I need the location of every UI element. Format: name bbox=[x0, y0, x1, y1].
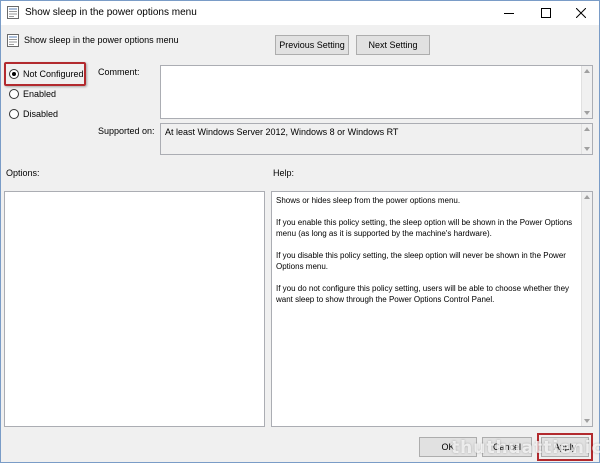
help-paragraph: If you enable this policy setting, the s… bbox=[276, 218, 573, 238]
radio-label: Not Configured bbox=[23, 69, 84, 79]
help-scrollbar[interactable] bbox=[581, 192, 592, 426]
comment-label: Comment: bbox=[98, 67, 140, 77]
next-setting-button[interactable]: Next Setting bbox=[356, 35, 430, 55]
previous-setting-button[interactable]: Previous Setting bbox=[275, 35, 349, 55]
policy-setting-window: Show sleep in the power options menu Sho… bbox=[0, 0, 600, 463]
minimize-button[interactable] bbox=[491, 1, 527, 25]
close-icon bbox=[576, 8, 586, 18]
help-label: Help: bbox=[273, 168, 295, 178]
maximize-button[interactable] bbox=[528, 1, 564, 25]
radio-label: Enabled bbox=[23, 89, 57, 99]
radio-enabled[interactable]: Enabled bbox=[9, 87, 56, 101]
help-panel: Shows or hides sleep from the power opti… bbox=[271, 191, 593, 427]
radio-disabled[interactable]: Disabled bbox=[9, 107, 58, 121]
scroll-down-icon[interactable] bbox=[584, 419, 590, 423]
supported-scrollbar[interactable] bbox=[581, 124, 592, 154]
scroll-up-icon[interactable] bbox=[584, 195, 590, 199]
window-title: Show sleep in the power options menu bbox=[25, 7, 197, 18]
supported-on-value: At least Windows Server 2012, Windows 8 … bbox=[165, 127, 399, 137]
maximize-icon bbox=[541, 8, 551, 18]
scroll-down-icon[interactable] bbox=[584, 147, 590, 151]
radio-not-configured[interactable]: Not Configured bbox=[9, 67, 84, 81]
supported-on-label: Supported on: bbox=[98, 126, 155, 136]
comment-textarea[interactable] bbox=[160, 65, 593, 119]
scroll-down-icon[interactable] bbox=[584, 111, 590, 115]
policy-icon bbox=[7, 34, 19, 47]
supported-on-field: At least Windows Server 2012, Windows 8 … bbox=[160, 123, 593, 155]
help-paragraph: If you do not configure this policy sett… bbox=[276, 284, 570, 304]
radio-button[interactable] bbox=[9, 109, 19, 119]
help-paragraph: If you disable this policy setting, the … bbox=[276, 251, 566, 271]
minimize-icon bbox=[504, 13, 514, 14]
radio-button-checked[interactable] bbox=[9, 69, 19, 79]
policy-icon bbox=[7, 6, 19, 19]
radio-label: Disabled bbox=[23, 109, 59, 119]
options-panel bbox=[4, 191, 265, 427]
help-paragraph: Shows or hides sleep from the power opti… bbox=[276, 196, 461, 205]
help-text: Shows or hides sleep from the power opti… bbox=[272, 192, 592, 319]
title-bar[interactable]: Show sleep in the power options menu bbox=[1, 1, 599, 25]
comment-scrollbar[interactable] bbox=[581, 66, 592, 118]
close-button[interactable] bbox=[563, 1, 599, 25]
scroll-up-icon[interactable] bbox=[584, 69, 590, 73]
setting-title: Show sleep in the power options menu bbox=[24, 35, 179, 45]
radio-button[interactable] bbox=[9, 89, 19, 99]
scroll-up-icon[interactable] bbox=[584, 127, 590, 131]
options-label: Options: bbox=[6, 168, 40, 178]
watermark: thuthuattienich bbox=[451, 438, 600, 458]
